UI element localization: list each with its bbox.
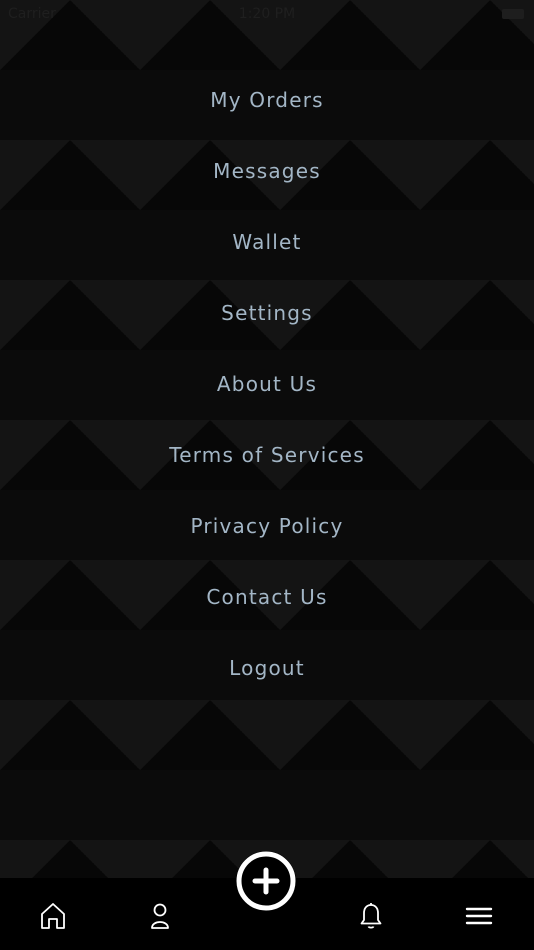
battery-icon (502, 9, 524, 19)
add-icon (236, 851, 296, 911)
bell-icon (360, 903, 382, 929)
menu-item-about-us[interactable]: About Us (0, 348, 534, 419)
menu-item-privacy-policy[interactable]: Privacy Policy (0, 490, 534, 561)
side-menu: My Orders Messages Wallet Settings About… (0, 64, 534, 703)
menu-item-logout[interactable]: Logout (0, 632, 534, 703)
profile-tab[interactable] (140, 896, 180, 936)
menu-item-wallet[interactable]: Wallet (0, 206, 534, 277)
profile-icon (151, 903, 169, 929)
menu-item-contact-us[interactable]: Contact Us (0, 561, 534, 632)
notifications-tab[interactable] (351, 896, 391, 936)
home-tab[interactable] (33, 896, 73, 936)
menu-item-my-orders[interactable]: My Orders (0, 64, 534, 135)
status-bar: Carrier 1:20 PM (0, 0, 534, 30)
home-icon (41, 903, 65, 929)
menu-item-settings[interactable]: Settings (0, 277, 534, 348)
menu-icon (465, 907, 493, 925)
menu-item-messages[interactable]: Messages (0, 135, 534, 206)
add-button[interactable] (236, 851, 296, 911)
menu-tab[interactable] (459, 896, 499, 936)
status-time: 1:20 PM (238, 6, 296, 22)
menu-item-terms-of-services[interactable]: Terms of Services (0, 419, 534, 490)
